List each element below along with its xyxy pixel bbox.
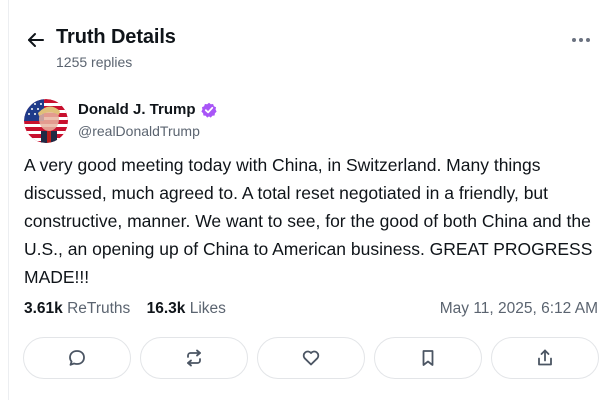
retruth-button[interactable] — [140, 337, 248, 379]
post-body: A very good meeting today with China, in… — [24, 155, 593, 287]
share-button[interactable] — [491, 337, 599, 379]
more-options-button[interactable] — [566, 28, 596, 52]
bookmark-icon — [422, 350, 434, 366]
reply-button[interactable] — [23, 337, 131, 379]
likes-count: 16.3k — [146, 300, 186, 317]
likes-stat[interactable]: 16.3k Likes — [147, 300, 226, 318]
retruths-count: 3.61k — [24, 300, 63, 317]
replies-count: 1255 replies — [56, 54, 133, 70]
repost-icon — [187, 349, 201, 367]
action-bar — [23, 337, 599, 379]
page-header: Truth Details 1255 replies — [24, 24, 596, 74]
avatar[interactable] — [24, 99, 68, 143]
author-name-row: Donald J. Trump — [78, 101, 217, 118]
more-horizontal-icon — [572, 38, 590, 42]
post-stats: 3.61k ReTruths 16.3k Likes May 11, 2025,… — [24, 300, 598, 322]
like-button[interactable] — [257, 337, 365, 379]
arrow-left-icon — [28, 33, 44, 47]
author-name[interactable]: Donald J. Trump — [78, 101, 196, 118]
page-title: Truth Details — [56, 26, 176, 48]
likes-label: Likes — [189, 300, 226, 317]
heart-icon — [302, 350, 320, 366]
retruths-label: ReTruths — [67, 300, 131, 317]
retruths-stat[interactable]: 3.61k ReTruths — [24, 300, 130, 318]
author-handle[interactable]: @realDonaldTrump — [78, 123, 200, 139]
comment-icon — [69, 350, 85, 366]
post-timestamp: May 11, 2025, 6:12 AM — [439, 300, 598, 317]
truth-details-page: Truth Details 1255 replies Donald J. Tru… — [0, 0, 612, 400]
left-divider — [8, 0, 9, 400]
verified-badge-icon — [200, 102, 217, 118]
share-icon — [538, 349, 552, 366]
post-author: Donald J. Trump @realDonaldTrump — [24, 99, 596, 143]
bookmark-button[interactable] — [374, 337, 482, 379]
back-button[interactable] — [24, 28, 48, 52]
